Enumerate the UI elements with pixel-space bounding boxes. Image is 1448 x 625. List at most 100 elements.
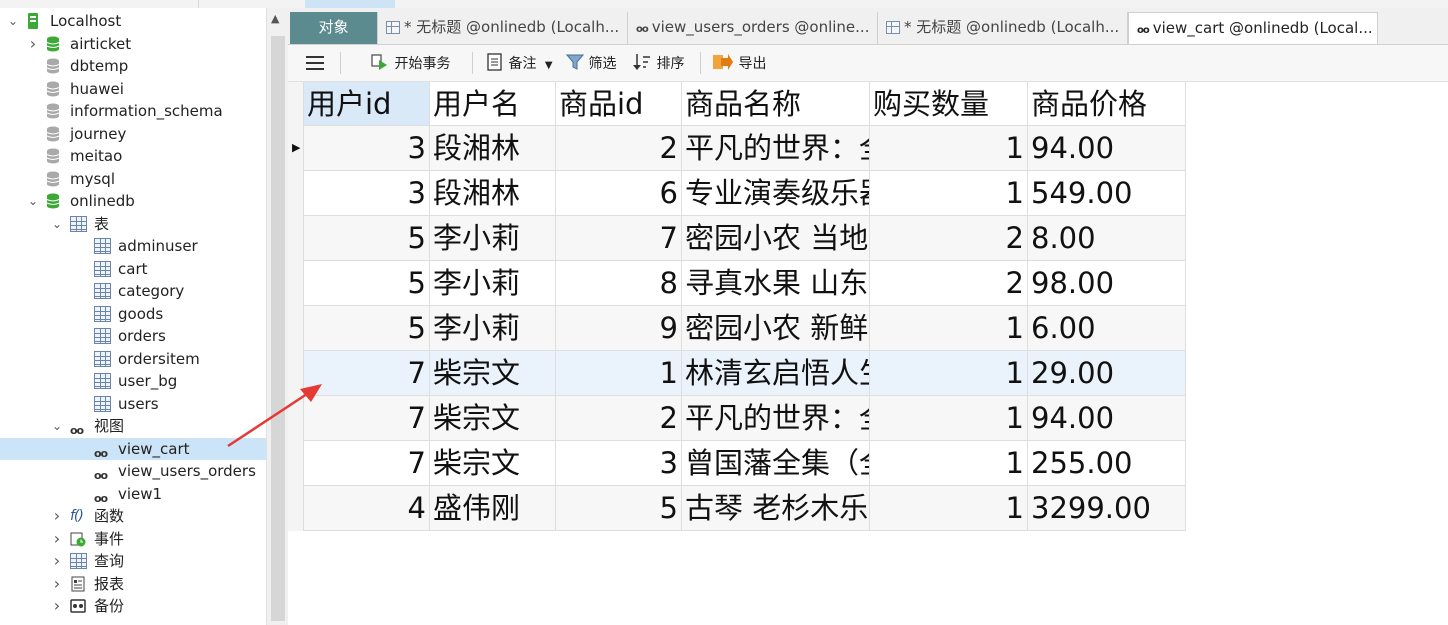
table-cell[interactable]: 寻真水果 山东 bbox=[682, 261, 870, 306]
filter-button[interactable]: 筛选 bbox=[565, 52, 616, 74]
tree-item--[interactable]: › 报表 bbox=[0, 573, 266, 595]
table-cell[interactable]: 4 bbox=[304, 486, 430, 531]
column-header[interactable]: 用户id bbox=[304, 82, 430, 126]
tree-item-mysql[interactable]: mysql bbox=[0, 168, 266, 190]
tree-item--[interactable]: ⌄ 表 bbox=[0, 213, 266, 235]
table-cell[interactable]: 3 bbox=[304, 126, 430, 171]
menu-icon[interactable] bbox=[306, 56, 324, 70]
table-cell[interactable]: 2 bbox=[556, 396, 682, 441]
tab-view-cart[interactable]: oo view_cart @onlinedb (Local... bbox=[1128, 12, 1378, 44]
chevron-right-icon[interactable]: › bbox=[50, 573, 64, 595]
tree-item-user-bg[interactable]: user_bg bbox=[0, 370, 266, 392]
table-cell[interactable]: 密园小农 当地 bbox=[682, 216, 870, 261]
chevron-right-icon[interactable]: › bbox=[26, 33, 40, 55]
tree-item-goods[interactable]: goods bbox=[0, 303, 266, 325]
column-header[interactable]: 商品价格 bbox=[1028, 82, 1186, 126]
tree-item-onlinedb[interactable]: ⌄ onlinedb bbox=[0, 190, 266, 212]
table-cell[interactable]: 古琴 老杉木乐 bbox=[682, 486, 870, 531]
table-cell[interactable]: 29.00 bbox=[1028, 351, 1186, 396]
chevron-right-icon[interactable]: › bbox=[50, 550, 64, 572]
table-cell[interactable]: 1 bbox=[870, 351, 1028, 396]
table-cell[interactable]: 7 bbox=[556, 216, 682, 261]
export-button[interactable]: 导出 bbox=[712, 52, 766, 74]
table-cell[interactable]: 9 bbox=[556, 306, 682, 351]
table-cell[interactable]: 7 bbox=[304, 351, 430, 396]
tree-item-view-users-orders[interactable]: oo view_users_orders bbox=[0, 460, 266, 482]
tree-item-huawei[interactable]: huawei bbox=[0, 78, 266, 100]
scroll-up-icon[interactable]: ▲ bbox=[271, 12, 279, 25]
tree-item-journey[interactable]: journey bbox=[0, 123, 266, 145]
tree-item-airticket[interactable]: › airticket bbox=[0, 33, 266, 55]
tree-item-view-cart[interactable]: oo view_cart bbox=[0, 437, 266, 460]
chevron-down-icon[interactable]: ⌄ bbox=[50, 213, 64, 235]
tab-untitled-query-2[interactable]: * 无标题 @onlinedb (Localh... bbox=[878, 12, 1128, 44]
column-header[interactable]: 商品名称 bbox=[682, 82, 870, 126]
chevron-right-icon[interactable]: › bbox=[50, 528, 64, 550]
note-dropdown-icon[interactable]: ▼ bbox=[545, 60, 553, 71]
table-cell[interactable]: 段湘林 bbox=[430, 171, 556, 216]
table-cell[interactable]: 6.00 bbox=[1028, 306, 1186, 351]
chevron-right-icon[interactable]: › bbox=[50, 595, 64, 617]
table-cell[interactable]: 1 bbox=[870, 306, 1028, 351]
tab-untitled-query-1[interactable]: * 无标题 @onlinedb (Localh... bbox=[378, 12, 628, 44]
table-cell[interactable]: 李小莉 bbox=[430, 306, 556, 351]
tree-item-adminuser[interactable]: adminuser bbox=[0, 235, 266, 257]
table-cell[interactable]: 8 bbox=[556, 261, 682, 306]
table-cell[interactable]: 1 bbox=[870, 396, 1028, 441]
table-cell[interactable]: 7 bbox=[304, 441, 430, 486]
table-cell[interactable]: 柴宗文 bbox=[430, 351, 556, 396]
tree-item--[interactable]: › 备份 bbox=[0, 595, 266, 617]
chevron-down-icon[interactable]: ⌄ bbox=[50, 415, 64, 437]
table-cell[interactable]: 1 bbox=[870, 126, 1028, 171]
table-cell[interactable]: 2 bbox=[870, 261, 1028, 306]
column-header[interactable]: 用户名 bbox=[430, 82, 556, 126]
tree-item--[interactable]: › f() 函数 bbox=[0, 505, 266, 527]
table-cell[interactable]: 盛伟刚 bbox=[430, 486, 556, 531]
tree-item-dbtemp[interactable]: dbtemp bbox=[0, 55, 266, 77]
tree-item--[interactable]: ⌄ oo 视图 bbox=[0, 415, 266, 437]
tree-item--[interactable]: › 查询 bbox=[0, 550, 266, 572]
table-cell[interactable]: 7 bbox=[304, 396, 430, 441]
table-cell[interactable]: 专业演奏级乐器 bbox=[682, 171, 870, 216]
tree-item-ordersitem[interactable]: ordersitem bbox=[0, 348, 266, 370]
table-cell[interactable]: 2 bbox=[870, 216, 1028, 261]
tree-item--[interactable]: › 事件 bbox=[0, 528, 266, 550]
sidebar-scrollbar[interactable]: ▲ bbox=[266, 8, 289, 625]
table-cell[interactable]: 549.00 bbox=[1028, 171, 1186, 216]
table-cell[interactable]: 平凡的世界：全 bbox=[682, 396, 870, 441]
table-cell[interactable]: 3 bbox=[556, 441, 682, 486]
tree-item-orders[interactable]: orders bbox=[0, 325, 266, 347]
table-cell[interactable]: 94.00 bbox=[1028, 396, 1186, 441]
chevron-down-icon[interactable]: ⌄ bbox=[6, 10, 20, 32]
table-cell[interactable]: 5 bbox=[304, 216, 430, 261]
table-cell[interactable]: 1 bbox=[870, 486, 1028, 531]
tree-item-view1[interactable]: oo view1 bbox=[0, 483, 266, 505]
table-cell[interactable]: 柴宗文 bbox=[430, 396, 556, 441]
chevron-down-icon[interactable]: ⌄ bbox=[26, 190, 40, 212]
table-cell[interactable]: 5 bbox=[304, 261, 430, 306]
table-cell[interactable]: 3 bbox=[304, 171, 430, 216]
tree-item-cart[interactable]: cart bbox=[0, 258, 266, 280]
tab-objects[interactable]: 对象 bbox=[290, 12, 378, 44]
table-cell[interactable]: 1 bbox=[556, 351, 682, 396]
tree-item-information-schema[interactable]: information_schema bbox=[0, 100, 266, 122]
sort-button[interactable]: 排序 bbox=[632, 52, 684, 74]
tree-item-users[interactable]: users bbox=[0, 393, 266, 415]
table-cell[interactable]: 柴宗文 bbox=[430, 441, 556, 486]
table-cell[interactable]: 林清玄启悟人生 bbox=[682, 351, 870, 396]
column-header[interactable]: 购买数量 bbox=[870, 82, 1028, 126]
tree-item-meitao[interactable]: meitao bbox=[0, 145, 266, 167]
table-cell[interactable]: 密园小农 新鲜 bbox=[682, 306, 870, 351]
table-cell[interactable]: 2 bbox=[556, 126, 682, 171]
table-cell[interactable]: 3299.00 bbox=[1028, 486, 1186, 531]
table-cell[interactable]: 5 bbox=[304, 306, 430, 351]
table-cell[interactable]: 段湘林 bbox=[430, 126, 556, 171]
column-header[interactable]: 商品id bbox=[556, 82, 682, 126]
table-cell[interactable]: 1 bbox=[870, 441, 1028, 486]
tree-item-localhost[interactable]: ⌄ Localhost bbox=[0, 10, 266, 32]
table-cell[interactable]: 8.00 bbox=[1028, 216, 1186, 261]
tree-item-category[interactable]: category bbox=[0, 280, 266, 302]
table-cell[interactable]: 1 bbox=[870, 171, 1028, 216]
table-cell[interactable]: 曾国藩全集（全 bbox=[682, 441, 870, 486]
chevron-right-icon[interactable]: › bbox=[50, 505, 64, 527]
